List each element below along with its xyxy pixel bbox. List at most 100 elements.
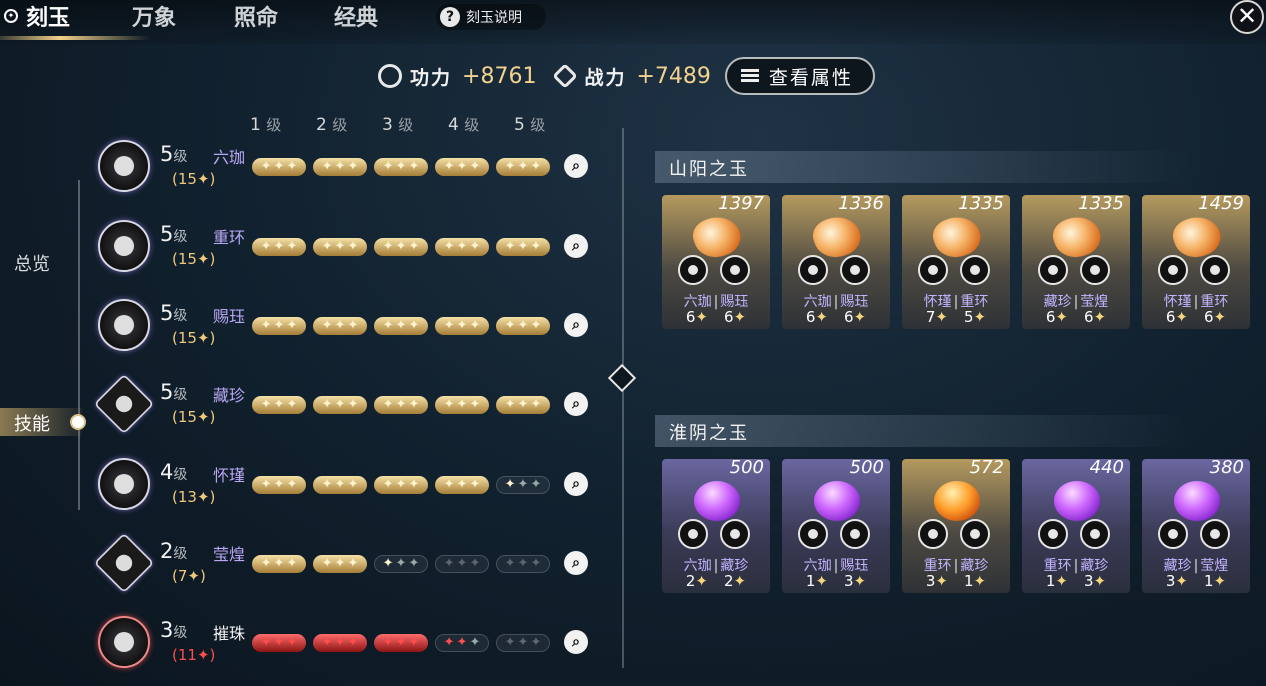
- search-icon[interactable]: ⌕: [564, 472, 588, 496]
- jade-card[interactable]: 572 重环 | 藏珍 3✦ 1✦: [902, 459, 1010, 593]
- star-icon: ✦: [334, 635, 346, 650]
- section-title: 淮阴之玉: [669, 423, 749, 444]
- jade-affix-values: 1✦ 3✦: [1022, 572, 1130, 590]
- affix-b-value: 1✦: [1204, 572, 1227, 590]
- star-icon: ✦: [443, 477, 455, 492]
- star-segment: ✦ ✦ ✦: [435, 634, 489, 652]
- skill-points: (15✦): [172, 329, 216, 347]
- affix-a-icon: [918, 255, 948, 285]
- section-title: 山阳之玉: [669, 159, 749, 180]
- star-icon: ✦: [530, 239, 542, 254]
- search-icon[interactable]: ⌕: [564, 313, 588, 337]
- jade-affix-values: 6✦ 6✦: [1022, 308, 1130, 326]
- skill-level: 2级: [160, 539, 188, 563]
- skill-name: 怀瑾: [213, 466, 246, 485]
- zhanli-value: +7489: [636, 63, 711, 89]
- tab-keyu[interactable]: 刻玉: [26, 2, 70, 34]
- sidebar-item-skills[interactable]: 技能: [14, 410, 50, 436]
- skill-row[interactable]: 5级 藏珍 (15✦) ✦ ✦ ✦ ✦ ✦ ✦ ✦ ✦ ✦ ✦ ✦ ✦ ✦ ✦ ✦ ⌕: [93, 373, 598, 435]
- jade-card[interactable]: 380 藏珍 | 莹煌 3✦ 1✦: [1142, 459, 1250, 593]
- search-icon[interactable]: ⌕: [564, 234, 588, 258]
- gongli-label: 功力: [410, 66, 453, 89]
- star-icon: ✦: [347, 477, 359, 492]
- search-icon[interactable]: ⌕: [564, 630, 588, 654]
- star-icon: ✦: [273, 556, 285, 571]
- jade-section-header: 淮阴之玉: [655, 415, 1255, 447]
- jade-card[interactable]: 1397 六珈 | 赐珏 6✦ 6✦: [662, 195, 770, 329]
- star-segment: ✦ ✦ ✦: [496, 317, 550, 335]
- star-segment: ✦ ✦ ✦: [435, 238, 489, 256]
- skill-level: 3级: [160, 618, 188, 642]
- skill-row[interactable]: 2级 莹煌 (7✦) ✦ ✦ ✦ ✦ ✦ ✦ ✦ ✦ ✦ ✦ ✦ ✦ ✦ ✦ ✦ ⌕: [93, 532, 598, 594]
- jade-affix-values: 6✦ 6✦: [1142, 308, 1250, 326]
- star-icon: ✦: [504, 397, 516, 412]
- star-segment: ✦ ✦ ✦: [374, 238, 428, 256]
- jade-card[interactable]: 1335 怀瑾 | 重环 7✦ 5✦: [902, 195, 1010, 329]
- affix-b-icon: [1200, 519, 1230, 549]
- star-icon: ✦: [273, 635, 285, 650]
- affix-b-icon: [960, 255, 990, 285]
- jade-card[interactable]: 500 六珈 | 赐珏 1✦ 3✦: [782, 459, 890, 593]
- affix-a-value: 3✦: [925, 572, 948, 590]
- jade-affix-values: 1✦ 3✦: [782, 572, 890, 590]
- jade-card[interactable]: 440 重环 | 藏珍 1✦ 3✦: [1022, 459, 1130, 593]
- top-bar: ✦ 刻玉 万象 照命 经典 ? 刻玉说明 ✕: [0, 0, 1266, 44]
- help-button[interactable]: ? 刻玉说明: [436, 4, 546, 30]
- skill-row[interactable]: 5级 六珈 (15✦) ✦ ✦ ✦ ✦ ✦ ✦ ✦ ✦ ✦ ✦ ✦ ✦ ✦ ✦ ✦ ⌕: [98, 140, 598, 196]
- skill-name: 摧珠: [213, 624, 246, 643]
- jade-score: 500: [849, 459, 884, 478]
- skill-row[interactable]: 5级 赐珏 (15✦) ✦ ✦ ✦ ✦ ✦ ✦ ✦ ✦ ✦ ✦ ✦ ✦ ✦ ✦ ✦ ⌕: [98, 299, 598, 355]
- star-segment: ✦ ✦ ✦: [435, 158, 489, 176]
- jade-gem-icon: [814, 481, 860, 521]
- skill-row[interactable]: 4级 怀瑾 (13✦) ✦ ✦ ✦ ✦ ✦ ✦ ✦ ✦ ✦ ✦ ✦ ✦ ✦ ✦ ✦ ⌕: [98, 458, 598, 514]
- star-segment: ✦ ✦ ✦: [252, 555, 306, 573]
- search-icon[interactable]: ⌕: [564, 392, 588, 416]
- star-icon: ✦: [530, 397, 542, 412]
- jade-card[interactable]: 500 六珈 | 藏珍 2✦ 2✦: [662, 459, 770, 593]
- star-icon: ✦: [382, 318, 394, 333]
- star-segment: ✦ ✦ ✦: [374, 476, 428, 494]
- jade-score: 380: [1209, 459, 1244, 478]
- jade-card[interactable]: 1335 藏珍 | 莹煌 6✦ 6✦: [1022, 195, 1130, 329]
- stats-bar: 功力 +8761 战力 +7489 查看属性: [378, 56, 875, 96]
- search-icon[interactable]: ⌕: [564, 154, 588, 178]
- star-icon: ✦: [504, 239, 516, 254]
- close-button[interactable]: ✕: [1230, 0, 1264, 34]
- star-icon: ✦: [504, 159, 516, 174]
- star-segment: ✦ ✦ ✦: [496, 634, 550, 652]
- jade-score: 500: [729, 459, 764, 478]
- jade-card[interactable]: 1336 六珈 | 赐珏 6✦ 6✦: [782, 195, 890, 329]
- jade-section-header: 山阳之玉: [655, 151, 1255, 183]
- sidebar-item-overview[interactable]: 总览: [14, 250, 50, 276]
- star-icon: ✦: [260, 635, 272, 650]
- affix-a-icon: [798, 255, 828, 285]
- jade-gem-icon: [1174, 481, 1220, 521]
- view-attributes-button[interactable]: 查看属性: [724, 57, 875, 95]
- tab-zhaoming[interactable]: 照命: [234, 2, 278, 34]
- star-icon: ✦: [334, 159, 346, 174]
- skill-level: 5级: [160, 142, 188, 166]
- star-icon: ✦: [273, 318, 285, 333]
- affix-b-value: 5✦: [964, 308, 987, 326]
- jade-card[interactable]: 1459 怀瑾 | 重环 6✦ 6✦: [1142, 195, 1250, 329]
- tab-jingdian[interactable]: 经典: [334, 2, 378, 34]
- affix-b-value: 3✦: [1084, 572, 1107, 590]
- star-icon: ✦: [504, 318, 516, 333]
- level-progress: ✦ ✦ ✦ ✦ ✦ ✦ ✦ ✦ ✦ ✦ ✦ ✦ ✦ ✦ ✦: [252, 476, 550, 494]
- star-icon: ✦: [382, 397, 394, 412]
- star-icon: ✦: [517, 477, 529, 492]
- skill-points: (15✦): [172, 408, 216, 426]
- star-icon: ✦: [286, 159, 298, 174]
- star-icon: ✦: [347, 556, 359, 571]
- skill-row[interactable]: 5级 重环 (15✦) ✦ ✦ ✦ ✦ ✦ ✦ ✦ ✦ ✦ ✦ ✦ ✦ ✦ ✦ ✦ ⌕: [98, 220, 598, 276]
- affix-b-value: 3✦: [844, 572, 867, 590]
- level-progress: ✦ ✦ ✦ ✦ ✦ ✦ ✦ ✦ ✦ ✦ ✦ ✦ ✦ ✦ ✦: [252, 238, 550, 256]
- skill-row[interactable]: 3级 摧珠 (11✦) ✦ ✦ ✦ ✦ ✦ ✦ ✦ ✦ ✦ ✦ ✦ ✦ ✦ ✦ ✦ ⌕: [98, 616, 598, 672]
- tab-wanxiang[interactable]: 万象: [132, 2, 176, 34]
- star-segment: ✦ ✦ ✦: [435, 555, 489, 573]
- star-segment: ✦ ✦ ✦: [496, 238, 550, 256]
- star-segment: ✦ ✦ ✦: [313, 396, 367, 414]
- search-icon[interactable]: ⌕: [564, 551, 588, 575]
- jade-score: 440: [1089, 459, 1124, 478]
- level-progress: ✦ ✦ ✦ ✦ ✦ ✦ ✦ ✦ ✦ ✦ ✦ ✦ ✦ ✦ ✦: [252, 396, 550, 414]
